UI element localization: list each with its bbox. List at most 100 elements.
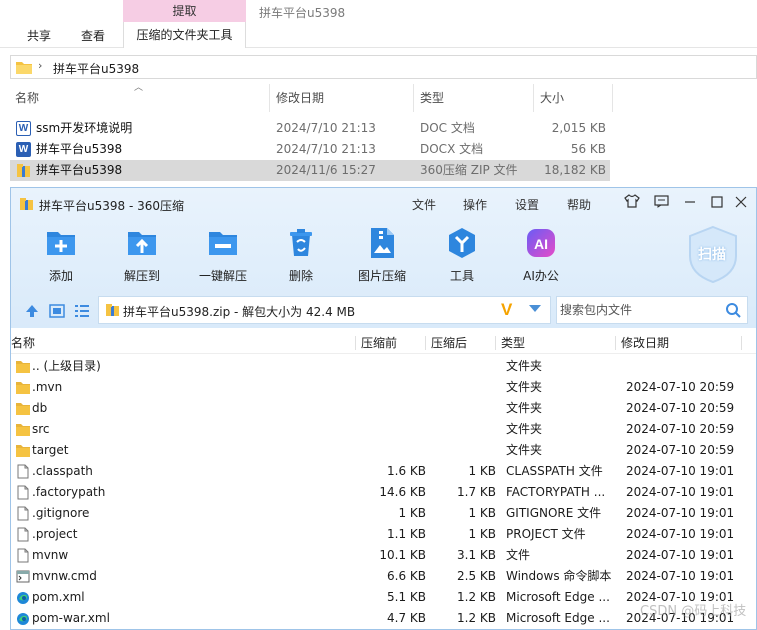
dropdown-arrow-icon[interactable] xyxy=(529,305,541,312)
tools-icon xyxy=(449,228,475,258)
tool-label: 解压到 xyxy=(123,269,160,283)
entry-type: 文件夹 xyxy=(506,443,543,457)
ai-office-button[interactable]: AI AI办公 xyxy=(506,226,576,286)
delete-button[interactable]: 删除 xyxy=(266,226,336,286)
menu-help[interactable]: 帮助 xyxy=(567,196,591,213)
search-input[interactable] xyxy=(557,297,722,323)
folder-icon xyxy=(16,380,30,395)
entry-name: .factorypath xyxy=(32,485,106,499)
col-size[interactable]: 压缩前 xyxy=(361,332,397,354)
tools-button[interactable]: 工具 xyxy=(427,226,497,286)
menu-file[interactable]: 文件 xyxy=(412,196,436,213)
archive-row[interactable]: .gitignore 1 KB 1 KB GITIGNORE 文件 2024-07-10… xyxy=(11,503,756,524)
tool-label: AI办公 xyxy=(523,269,559,283)
scan-button[interactable]: 扫描 xyxy=(684,224,742,284)
col-name[interactable]: 名称 xyxy=(15,84,39,112)
menu-settings[interactable]: 设置 xyxy=(515,196,539,213)
col-divider[interactable] xyxy=(615,336,616,350)
archive-row[interactable]: .mvn 文件夹 2024-07-10 20:59 xyxy=(11,377,756,398)
feedback-icon[interactable] xyxy=(650,193,672,215)
entry-size: 5.1 KB xyxy=(387,590,426,604)
entry-date: 2024-07-10 20:59 xyxy=(626,422,735,436)
close-icon[interactable] xyxy=(730,193,752,215)
search-box[interactable] xyxy=(556,296,748,324)
col-type[interactable]: 类型 xyxy=(501,332,525,354)
entry-date: 2024-07-10 19:01 xyxy=(626,527,735,541)
col-size[interactable]: 大小 xyxy=(540,84,564,112)
v-badge-icon[interactable]: V xyxy=(501,300,512,320)
col-divider[interactable] xyxy=(355,336,356,350)
col-divider[interactable] xyxy=(413,84,414,112)
list-view-icon[interactable] xyxy=(73,302,91,320)
minimize-icon[interactable] xyxy=(679,193,701,215)
entry-name: .gitignore xyxy=(32,506,90,520)
one-click-extract-button[interactable]: 一键解压 xyxy=(188,226,258,286)
archive-row[interactable]: mvnw 10.1 KB 3.1 KB 文件 2024-07-10 19:01 xyxy=(11,545,756,566)
file-icon xyxy=(16,548,30,563)
entry-name: target xyxy=(32,443,69,457)
entry-name: .classpath xyxy=(32,464,93,478)
explorer-ribbon: 提取 拼车平台u5398 共享 查看 压缩的文件夹工具 xyxy=(0,0,757,48)
archive-row[interactable]: mvnw.cmd 6.6 KB 2.5 KB Windows 命令脚本 2024-07-… xyxy=(11,566,756,587)
col-date[interactable]: 修改日期 xyxy=(621,332,669,354)
tab-view[interactable]: 查看 xyxy=(81,26,105,46)
col-date[interactable]: 修改日期 xyxy=(276,84,324,112)
archive-row[interactable]: db 文件夹 2024-07-10 20:59 xyxy=(11,398,756,419)
menu-operate[interactable]: 操作 xyxy=(463,196,487,213)
entry-name: mvnw.cmd xyxy=(32,569,97,583)
edge-icon xyxy=(16,611,30,626)
col-name[interactable]: 名称 xyxy=(11,332,35,354)
add-button[interactable]: 添加 xyxy=(26,226,96,286)
file-row-selected[interactable]: 拼车平台u5398 2024/11/6 15:27 360压缩 ZIP 文件 1… xyxy=(10,160,610,181)
up-arrow-icon[interactable] xyxy=(23,302,41,320)
archive-row[interactable]: src 文件夹 2024-07-10 20:59 xyxy=(11,419,756,440)
tab-compressed-folder-tools[interactable]: 压缩的文件夹工具 xyxy=(123,22,246,48)
col-type[interactable]: 类型 xyxy=(420,84,444,112)
search-icon[interactable] xyxy=(725,302,741,318)
folder-icon xyxy=(16,422,30,437)
thumbnail-view-icon[interactable] xyxy=(48,302,66,320)
archive-row[interactable]: .project 1.1 KB 1 KB PROJECT 文件 2024-07-10 1… xyxy=(11,524,756,545)
file-row[interactable]: W 拼车平台u5398 2024/7/10 21:13 DOCX 文档 56 K… xyxy=(10,139,610,160)
zip-archive-icon xyxy=(106,304,119,316)
image-compress-button[interactable]: 图片压缩 xyxy=(347,226,417,286)
tab-share[interactable]: 共享 xyxy=(27,26,51,46)
entry-type: CLASSPATH 文件 xyxy=(506,464,603,478)
col-divider[interactable] xyxy=(533,84,534,112)
col-compressed[interactable]: 压缩后 xyxy=(431,332,467,354)
file-icon xyxy=(16,506,30,521)
archive-row[interactable]: .factorypath 14.6 KB 1.7 KB FACTORYPATH ...… xyxy=(11,482,756,503)
entry-size: 1 KB xyxy=(398,506,426,520)
skin-icon[interactable] xyxy=(621,193,643,215)
archive-path-box[interactable]: 拼车平台u5398.zip - 解包大小为 42.4 MB V xyxy=(98,296,551,324)
folder-icon xyxy=(16,62,32,74)
file-size: 56 KB xyxy=(570,142,606,156)
zip-archive-icon xyxy=(17,164,30,177)
archive-row[interactable]: target 文件夹 2024-07-10 20:59 xyxy=(11,440,756,461)
tab-extract[interactable]: 提取 xyxy=(123,0,246,22)
tool-label: 一键解压 xyxy=(198,269,247,283)
folder-icon xyxy=(16,401,30,416)
entry-compressed: 1 KB xyxy=(468,506,496,520)
chevron-right-icon[interactable]: › xyxy=(38,59,42,72)
entry-type: 文件夹 xyxy=(506,359,543,373)
file-name: ssm开发环境说明 xyxy=(36,121,133,135)
col-divider[interactable] xyxy=(741,336,742,350)
archive-row[interactable]: .classpath 1.6 KB 1 KB CLASSPATH 文件 2024-07-… xyxy=(11,461,756,482)
entry-compressed: 1.2 KB xyxy=(457,590,496,604)
address-path[interactable]: 拼车平台u5398 xyxy=(53,60,139,77)
address-bar[interactable]: › 拼车平台u5398 xyxy=(10,55,757,79)
col-divider[interactable] xyxy=(269,84,270,112)
entry-date: 2024-07-10 20:59 xyxy=(626,443,735,457)
col-divider[interactable] xyxy=(495,336,496,350)
add-icon xyxy=(47,232,75,255)
extract-to-button[interactable]: 解压到 xyxy=(107,226,177,286)
col-divider[interactable] xyxy=(612,84,613,112)
col-divider[interactable] xyxy=(425,336,426,350)
archive-row[interactable]: .. (上级目录) 文件夹 xyxy=(11,356,756,377)
entry-type: Windows 命令脚本 xyxy=(506,569,612,583)
entry-name: .mvn xyxy=(32,380,63,394)
file-row[interactable]: W ssm开发环境说明 2024/7/10 21:13 DOC 文档 2,015… xyxy=(10,118,610,139)
image-compress-icon xyxy=(371,228,394,258)
maximize-icon[interactable] xyxy=(706,193,728,215)
